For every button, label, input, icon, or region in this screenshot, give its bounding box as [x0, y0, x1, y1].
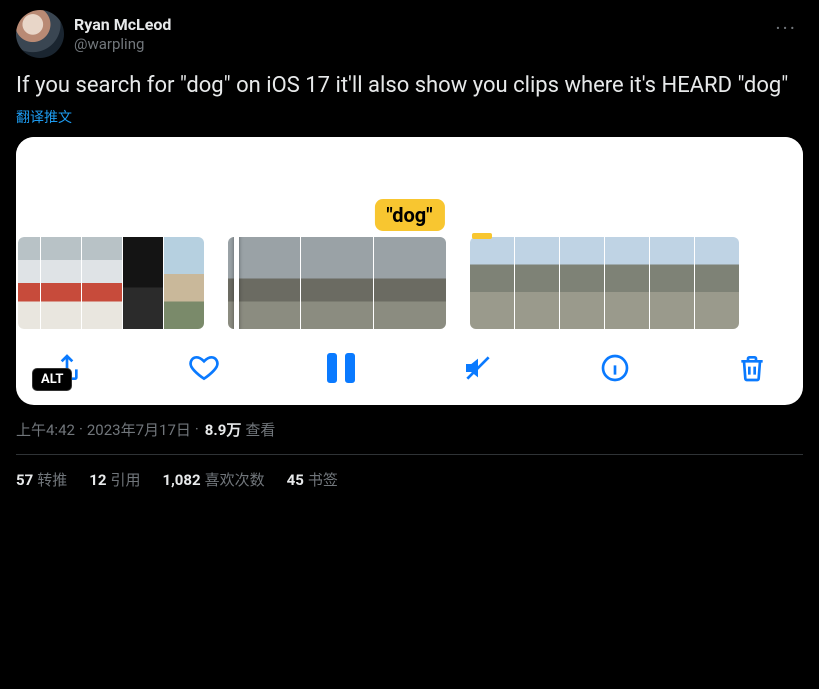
more-menu-button[interactable]: ··· — [775, 16, 797, 40]
likes-stat[interactable]: 1,082喜欢次数 — [162, 469, 264, 490]
clip-thumbnail-group[interactable] — [18, 237, 204, 329]
like-button[interactable] — [183, 347, 225, 389]
mute-icon — [462, 352, 494, 384]
pause-button[interactable] — [320, 347, 362, 389]
tweet-date[interactable]: 2023年7月17日 — [87, 419, 191, 440]
clip-thumbnail-group-active[interactable] — [228, 237, 446, 329]
alt-badge[interactable]: ALT — [32, 368, 72, 391]
user-handle: @warpling — [74, 35, 171, 53]
clip-thumbnail-group[interactable] — [470, 237, 739, 329]
tweet-stats: 57转推 12引用 1,082喜欢次数 45书签 — [16, 469, 803, 490]
trash-icon — [736, 352, 768, 384]
caption-bubble: "dog" — [374, 199, 444, 231]
info-button[interactable] — [594, 347, 636, 389]
views-label: 查看 — [245, 419, 275, 440]
views-count: 8.9万 — [205, 419, 242, 440]
pause-icon — [327, 353, 355, 383]
tweet-time[interactable]: 上午4:42 — [16, 419, 75, 440]
author-names[interactable]: Ryan McLeod @warpling — [74, 15, 171, 52]
divider — [16, 454, 803, 455]
bookmarks-stat[interactable]: 45书签 — [287, 469, 338, 490]
translate-link[interactable]: 翻译推文 — [16, 107, 803, 127]
caption-tick — [472, 233, 492, 239]
tweet: ··· Ryan McLeod @warpling If you search … — [16, 10, 803, 490]
media-toolbar — [16, 329, 803, 393]
mute-button[interactable] — [457, 347, 499, 389]
video-scrubber-strip[interactable] — [16, 237, 803, 329]
tweet-header: Ryan McLeod @warpling — [16, 10, 803, 58]
playhead[interactable] — [234, 237, 239, 329]
media-top-area: "dog" — [16, 137, 803, 237]
tweet-text: If you search for "dog" on iOS 17 it'll … — [16, 72, 803, 101]
display-name: Ryan McLeod — [74, 15, 171, 34]
media-card[interactable]: "dog" — [16, 137, 803, 405]
quotes-stat[interactable]: 12引用 — [89, 469, 140, 490]
delete-button[interactable] — [731, 347, 773, 389]
avatar[interactable] — [16, 10, 64, 58]
heart-icon — [188, 352, 220, 384]
retweets-stat[interactable]: 57转推 — [16, 469, 67, 490]
info-icon — [599, 352, 631, 384]
tweet-meta: 上午4:42 · 2023年7月17日 · 8.9万 查看 — [16, 419, 803, 440]
